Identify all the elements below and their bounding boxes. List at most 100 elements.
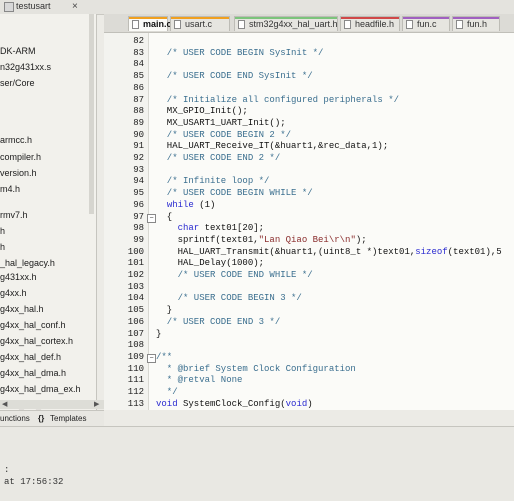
templates-icon: {} [38, 414, 45, 423]
line-number: 107 [127, 328, 144, 339]
sidebar-file-item[interactable]: armcc.h [0, 135, 32, 146]
line-number: 91 [133, 141, 144, 152]
sidebar-file-item[interactable]: g4xx_hal.h [0, 304, 44, 315]
sidebar-file-item[interactable]: rmv7.h [0, 210, 28, 221]
line-number: 90 [133, 129, 144, 140]
sidebar-file-item[interactable]: g4xx_hal_conf.h [0, 320, 66, 331]
tab-fun-h[interactable]: fun.h [452, 16, 500, 31]
file-icon [132, 20, 139, 29]
project-bar: testusart × [0, 0, 514, 15]
tab-label: usart.c [185, 19, 213, 29]
close-icon[interactable]: × [72, 0, 78, 13]
code-line[interactable]: /* USER CODE END 2 */ [156, 153, 280, 165]
code-line[interactable]: void SystemClock_Config(void) [156, 399, 313, 410]
code-line[interactable]: /* USER CODE END SysInit */ [156, 71, 313, 83]
code-line[interactable]: } [156, 305, 172, 317]
scroll-left-icon[interactable]: ◀ [2, 400, 7, 409]
code-line[interactable]: /* USER CODE BEGIN 2 */ [156, 130, 291, 142]
code-line[interactable]: HAL_UART_Transmit(&huart1,(uint8_t *)tex… [156, 247, 502, 259]
tab-accent [341, 17, 399, 19]
code-line[interactable]: * @retval None [156, 375, 243, 387]
code-line[interactable]: /* Infinite loop */ [156, 176, 270, 188]
code-line[interactable]: HAL_UART_Receive_IT(&huart1,&rec_data,1)… [156, 141, 388, 153]
tab-stm32g4xx-hal-uart-h[interactable]: stm32g4xx_hal_uart.h [234, 16, 338, 31]
line-number: 97 [133, 211, 144, 222]
sidebar-file-item[interactable]: version.h [0, 168, 37, 179]
line-number: 84 [133, 59, 144, 70]
editor-tabbar: main.c usart.c stm32g4xx_hal_uart.h headfil… [104, 14, 514, 33]
file-icon [406, 20, 413, 29]
line-number: 96 [133, 199, 144, 210]
line-number: 87 [133, 94, 144, 105]
code-line[interactable]: MX_USART1_UART_Init(); [156, 118, 286, 130]
tab-accent [453, 17, 499, 19]
sidebar-file-item[interactable]: g4xx_hal_def.h [0, 352, 61, 363]
code-line[interactable]: * @brief System Clock Configuration [156, 364, 356, 376]
line-number: 109 [127, 351, 144, 362]
sidebar-file-item[interactable]: g4xx_hal_dma.h [0, 368, 66, 379]
tab-templates[interactable]: Templates [50, 413, 86, 425]
panel-tabs: unctions {} Templates [0, 410, 104, 427]
sidebar-file-item[interactable]: h [0, 226, 5, 237]
tab-functions[interactable]: unctions [0, 413, 30, 425]
tab-label: stm32g4xx_hal_uart.h [249, 19, 338, 29]
sidebar-file-item[interactable]: g4xx.h [0, 288, 27, 299]
sidebar-file-item[interactable]: h [0, 242, 5, 253]
line-number: 93 [133, 164, 144, 175]
fold-toggle-icon[interactable]: − [147, 353, 156, 363]
output-line: : [4, 465, 10, 475]
sidebar-scrollbar[interactable] [89, 14, 94, 214]
sidebar-hscrollbar[interactable]: ◀ ▶ [0, 400, 104, 409]
sidebar-file-item[interactable]: compiler.h [0, 152, 41, 163]
project-tree: DK-ARM n32g431xx.s ser/Core armcc.h compiler… [0, 14, 97, 410]
project-name[interactable]: testusart [16, 0, 51, 13]
sidebar-file-item[interactable]: DK-ARM [0, 46, 36, 57]
code-line[interactable]: /* USER CODE BEGIN SysInit */ [156, 48, 324, 60]
line-number: 110 [127, 363, 144, 374]
tab-main-c[interactable]: main.c [128, 16, 172, 31]
tab-label: fun.c [417, 19, 437, 29]
code-line[interactable]: /* USER CODE END WHILE */ [156, 270, 313, 282]
file-icon [174, 20, 181, 29]
code-line[interactable]: while (1) [156, 200, 216, 212]
code-line[interactable]: /* USER CODE BEGIN 3 */ [156, 293, 302, 305]
line-number: 104 [127, 293, 144, 304]
sidebar-file-item[interactable]: g4xx_hal_dma_ex.h [0, 384, 81, 395]
line-number: 88 [133, 106, 144, 117]
line-number: 112 [127, 387, 144, 397]
fold-toggle-icon[interactable]: − [147, 213, 156, 223]
tab-usart-c[interactable]: usart.c [170, 16, 230, 31]
sidebar-file-item[interactable]: m4.h [0, 184, 20, 195]
tab-label: headfile.h [355, 19, 395, 29]
code-line[interactable]: /* USER CODE BEGIN WHILE */ [156, 188, 313, 200]
scroll-right-icon[interactable]: ▶ [94, 400, 99, 409]
code-line[interactable]: char text01[20]; [156, 223, 264, 235]
tab-fun-c[interactable]: fun.c [402, 16, 450, 31]
sidebar-file-item[interactable]: ser/Core [0, 78, 35, 89]
line-number: 95 [133, 188, 144, 199]
code-line[interactable]: */ [156, 387, 178, 399]
code-line[interactable]: { [156, 212, 172, 224]
code-line[interactable]: /* Initialize all configured peripherals… [156, 95, 399, 107]
sidebar-file-item[interactable]: _hal_legacy.h [0, 258, 55, 269]
tab-label: fun.h [467, 19, 488, 29]
file-icon [344, 20, 351, 29]
code-line[interactable]: MX_GPIO_Init(); [156, 106, 248, 118]
code-line[interactable]: HAL_Delay(1000); [156, 258, 264, 270]
code-line[interactable]: sprintf(text01,"Lan Qiao Bei\r\n"); [156, 235, 367, 247]
tab-accent [171, 17, 229, 19]
build-output: : at 17:56:32 [0, 426, 514, 501]
line-number: 99 [133, 234, 144, 245]
code-line[interactable]: /* USER CODE END 3 */ [156, 317, 280, 329]
tab-headfile-h[interactable]: headfile.h [340, 16, 400, 31]
line-number: 98 [133, 223, 144, 234]
sidebar-file-item[interactable]: g4xx_hal_cortex.h [0, 336, 73, 347]
code-line[interactable]: /** [156, 352, 172, 364]
code-editor[interactable]: 82 83 /* USER CODE BEGIN SysInit */ 84 85 /… [104, 33, 514, 410]
line-number: 105 [127, 305, 144, 316]
sidebar-file-item[interactable]: n32g431xx.s [0, 62, 51, 73]
sidebar-file-item[interactable]: g431xx.h [0, 272, 37, 283]
output-line-time: at 17:56:32 [4, 477, 64, 487]
code-line[interactable]: } [156, 329, 161, 341]
file-icon [238, 20, 245, 29]
